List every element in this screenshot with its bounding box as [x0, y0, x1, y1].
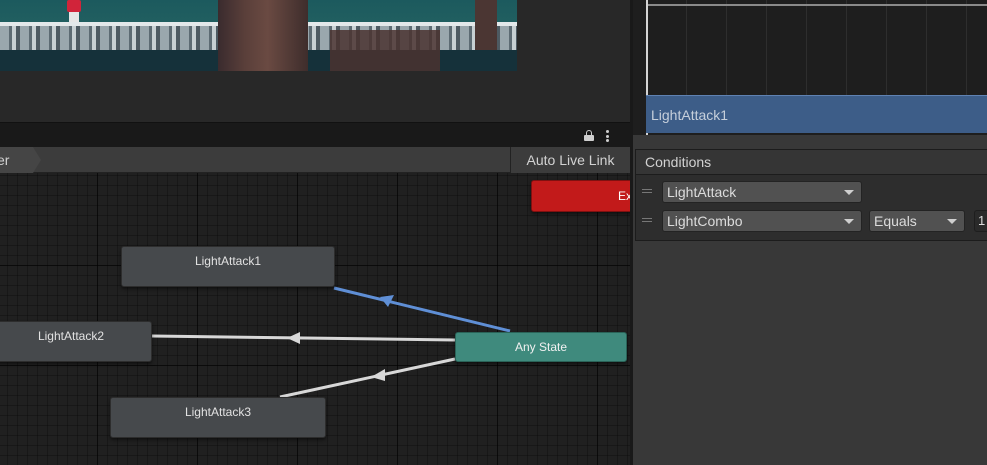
game-view — [0, 0, 630, 122]
inspector-panel: LightAttack1 Conditions LightAttack Ligh… — [633, 0, 987, 465]
chevron-down-icon — [947, 219, 957, 224]
state-node-lightattack3[interactable]: LightAttack3 — [110, 397, 326, 438]
timeline-clip-bar[interactable]: LightAttack1 — [646, 95, 987, 133]
transition-any-to-lightattack2[interactable] — [151, 334, 456, 342]
unity-editor: yer Auto Live Link Exit LightAttack1 Lig… — [0, 0, 987, 465]
chevron-down-icon — [844, 219, 854, 224]
transition-any-to-lightattack1[interactable] — [333, 286, 511, 333]
state-node-lightattack1[interactable]: LightAttack1 — [121, 246, 335, 287]
condition-parameter-dropdown[interactable]: LightCombo — [662, 210, 862, 232]
condition-parameter-value: LightCombo — [667, 213, 743, 229]
condition-parameter-dropdown[interactable]: LightAttack — [662, 181, 862, 203]
transition-arrow-lightattack3 — [371, 369, 385, 381]
conditions-header: Conditions — [636, 150, 987, 175]
any-state-node[interactable]: Any State — [455, 332, 627, 362]
drag-handle-icon[interactable] — [642, 218, 652, 224]
condition-parameter-value: LightAttack — [667, 184, 737, 200]
exit-state-label: Exit — [617, 189, 630, 203]
chevron-down-icon — [844, 190, 854, 195]
animator-tab-bar — [0, 122, 630, 147]
condition-row: LightAttack — [636, 181, 987, 203]
more-options-icon[interactable] — [606, 130, 610, 142]
state-machine-graph[interactable]: Exit LightAttack1 LightAttack2 LightAtta… — [0, 173, 630, 465]
condition-mode-dropdown[interactable]: Equals — [869, 210, 965, 232]
condition-row: LightCombo Equals 1 — [636, 210, 987, 232]
drag-handle-icon[interactable] — [642, 189, 652, 195]
game-preview-image — [0, 0, 517, 71]
transition-arrow-lightattack2 — [287, 332, 300, 344]
state-label-lightattack2: LightAttack2 — [37, 329, 105, 343]
breadcrumb-label: yer — [0, 152, 10, 168]
condition-mode-value: Equals — [874, 213, 917, 229]
auto-live-link-button[interactable]: Auto Live Link — [510, 147, 630, 173]
condition-value-field[interactable]: 1 — [974, 210, 987, 232]
animator-toolbar: yer Auto Live Link — [0, 147, 630, 173]
exit-state-node[interactable]: Exit — [531, 180, 630, 212]
transition-timeline[interactable]: LightAttack1 — [633, 0, 987, 135]
player-sprite — [64, 0, 84, 22]
any-state-label: Any State — [514, 340, 568, 354]
timeline-clip-label: LightAttack1 — [651, 107, 729, 123]
layer-breadcrumb[interactable]: yer — [0, 147, 43, 173]
conditions-list: Conditions LightAttack LightCombo Equals — [635, 149, 987, 241]
state-label-lightattack3: LightAttack3 — [184, 405, 252, 419]
state-node-lightattack2[interactable]: LightAttack2 — [0, 321, 152, 362]
lock-icon[interactable] — [584, 130, 594, 141]
state-label-lightattack1: LightAttack1 — [194, 254, 262, 268]
transition-any-to-lightattack3[interactable] — [279, 357, 456, 399]
